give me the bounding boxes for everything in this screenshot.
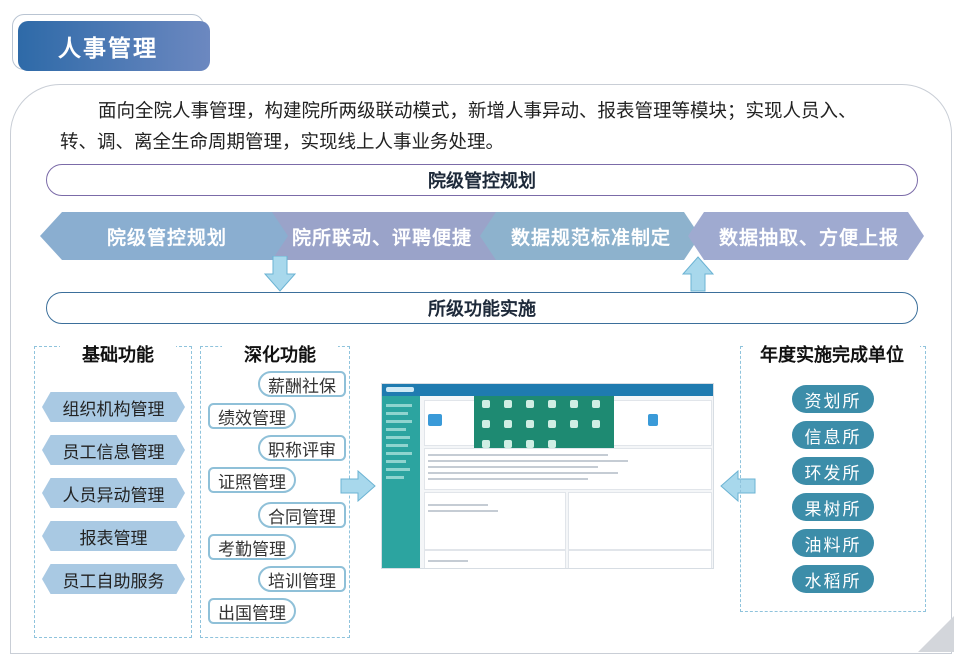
intro-text: 面向全院人事管理，构建院所两级联动模式，新增人事异动、报表管理等模块；实现人员入…: [60, 101, 857, 153]
down-arrow-icon: [264, 256, 296, 292]
basic-item: 组织机构管理: [42, 392, 185, 422]
unit-item: 资划所: [792, 385, 874, 413]
institute-plan-bar: 院级管控规划: [46, 164, 918, 196]
unit-item: 油料所: [792, 529, 874, 557]
system-screenshot: [381, 383, 714, 569]
chevron-2: 院所联动、评聘便捷: [291, 226, 472, 249]
unit-item: 信息所: [792, 421, 874, 449]
unit-item: 水稻所: [792, 565, 874, 593]
deep-item: 绩效管理: [208, 403, 296, 429]
screenshot-logo: [386, 387, 414, 392]
basic-item: 员工信息管理: [42, 435, 185, 465]
unit-item: 果树所: [792, 493, 874, 521]
chevron-1: 院级管控规划: [106, 226, 227, 249]
chevron-4: 数据抽取、方便上报: [718, 226, 899, 249]
deep-item: 合同管理: [258, 502, 346, 528]
chevron-3: 数据规范标准制定: [510, 226, 671, 249]
deep-functions-title: 深化功能: [222, 341, 338, 367]
basic-functions-title: 基础功能: [60, 341, 176, 367]
institute-plan-label: 院级管控规划: [428, 171, 536, 192]
deep-item: 职称评审: [258, 435, 346, 461]
deep-item: 出国管理: [208, 598, 296, 624]
corner-fold: [918, 616, 954, 652]
unit-item: 环发所: [792, 457, 874, 485]
up-arrow-icon: [682, 256, 714, 292]
deep-item: 薪酬社保: [258, 371, 346, 397]
institute-level-label: 所级功能实施: [428, 299, 536, 320]
units-title: 年度实施完成单位: [744, 341, 920, 367]
deep-item: 考勤管理: [208, 534, 296, 560]
screenshot-topbar: [382, 384, 713, 396]
basic-item: 人员异动管理: [42, 478, 185, 508]
deep-item: 培训管理: [258, 566, 346, 592]
basic-item: 报表管理: [42, 521, 185, 551]
basic-item: 员工自助服务: [42, 564, 185, 594]
right-arrow-icon: [340, 470, 376, 502]
institute-level-bar: 所级功能实施: [46, 292, 918, 324]
deep-item: 证照管理: [208, 467, 296, 493]
section-title: 人事管理: [18, 21, 210, 71]
